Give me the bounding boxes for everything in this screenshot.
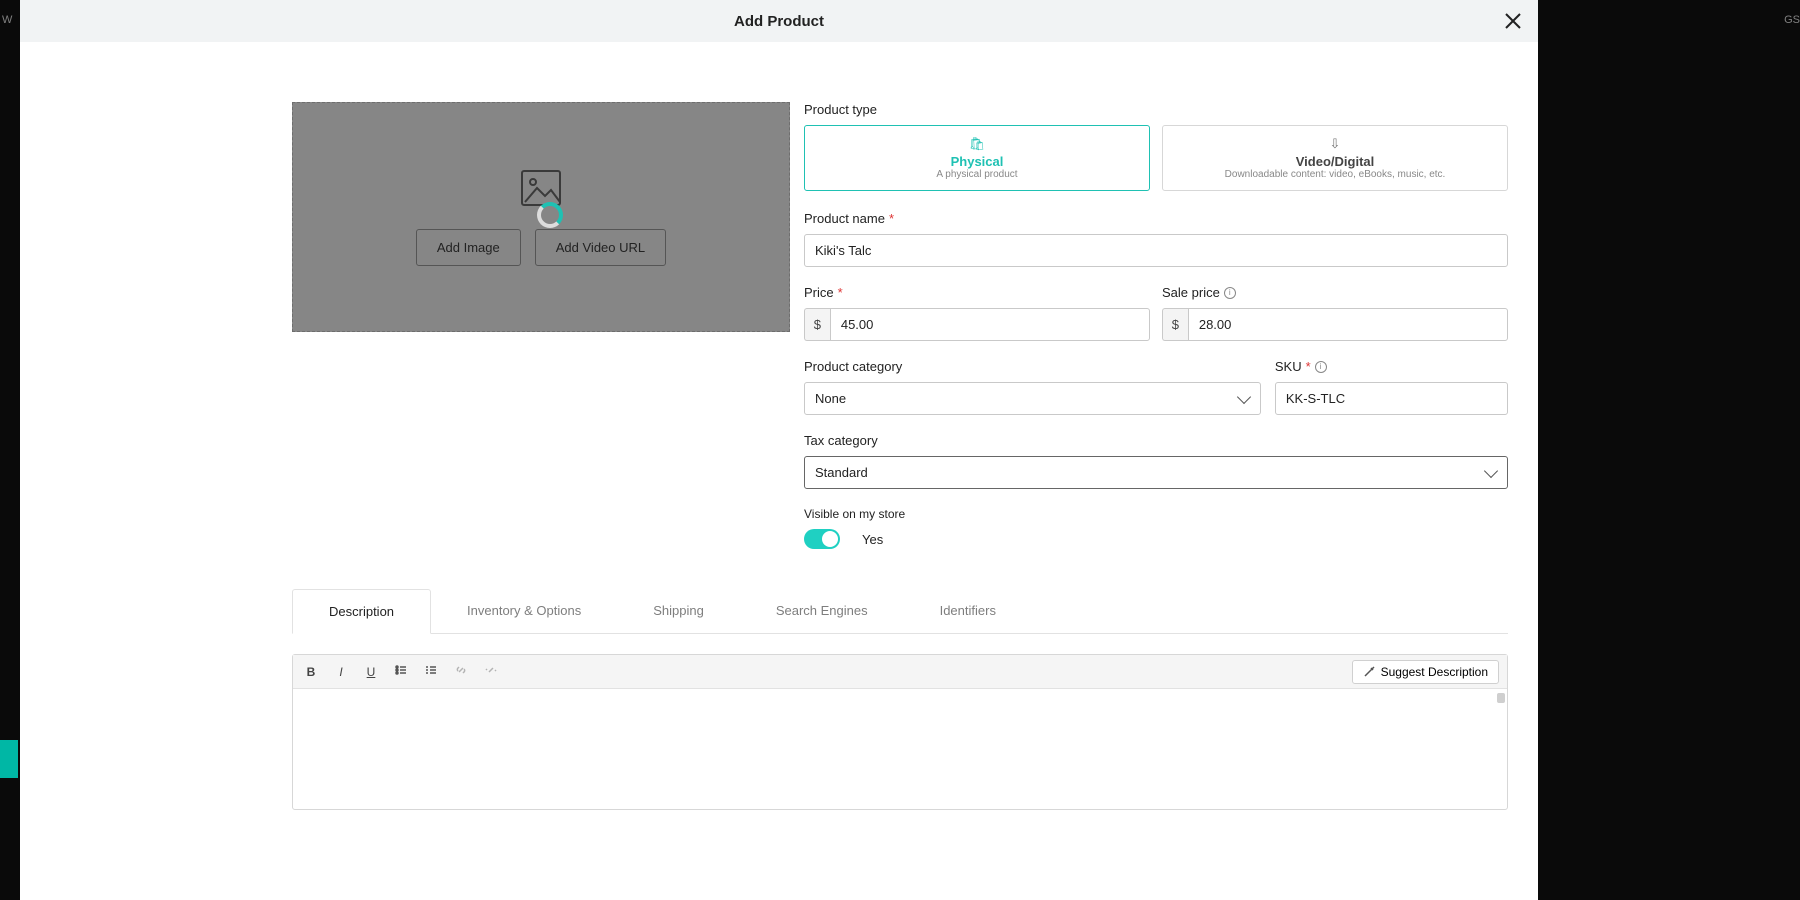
visible-label: Visible on my store (804, 507, 1508, 521)
product-type-label: Product type (804, 102, 1508, 117)
sku-input[interactable] (1275, 382, 1508, 415)
bag-icon: 🛍 (813, 136, 1141, 152)
bullet-list-button[interactable] (393, 664, 409, 679)
scrollbar-thumb[interactable] (1497, 693, 1505, 703)
background-text-right: GS (1784, 14, 1800, 26)
link-icon (455, 664, 467, 676)
background-text-left: W (2, 14, 12, 26)
add-product-modal: Add Product Add Image Add Video URL Prod… (20, 0, 1538, 900)
editor-toolbar: B I U Suggest Description (293, 655, 1507, 689)
magic-wand-icon (1363, 666, 1375, 678)
add-video-url-button[interactable]: Add Video URL (535, 229, 666, 266)
sale-price-input[interactable] (1188, 308, 1508, 341)
category-select[interactable] (804, 382, 1261, 415)
info-icon[interactable]: i (1315, 361, 1327, 373)
detail-tabs: Description Inventory & Options Shipping… (292, 589, 1508, 634)
category-label: Product category (804, 359, 1261, 374)
add-image-button[interactable]: Add Image (416, 229, 521, 266)
digital-title: Video/Digital (1171, 154, 1499, 169)
underline-button[interactable]: U (363, 665, 379, 679)
italic-button[interactable]: I (333, 665, 349, 679)
tab-description[interactable]: Description (292, 589, 431, 634)
price-currency: $ (804, 308, 830, 341)
description-editor: B I U Suggest Description (292, 654, 1508, 810)
product-name-input[interactable] (804, 234, 1508, 267)
sale-currency: $ (1162, 308, 1188, 341)
numbered-list-button[interactable] (423, 664, 439, 679)
tab-shipping[interactable]: Shipping (617, 589, 740, 633)
price-label: Price* (804, 285, 1150, 300)
image-placeholder-icon (519, 168, 563, 213)
visible-toggle[interactable] (804, 529, 840, 549)
modal-header: Add Product (20, 0, 1538, 42)
link-button[interactable] (453, 664, 469, 679)
visible-state: Yes (862, 532, 883, 547)
close-button[interactable] (1500, 8, 1526, 34)
bullet-list-icon (395, 664, 407, 676)
media-dropzone[interactable]: Add Image Add Video URL (292, 102, 790, 332)
close-icon (1504, 12, 1522, 30)
unlink-icon (485, 664, 497, 676)
loading-spinner-icon (537, 202, 563, 228)
tab-inventory-options[interactable]: Inventory & Options (431, 589, 617, 633)
tax-category-select[interactable] (804, 456, 1508, 489)
digital-sub: Downloadable content: video, eBooks, mus… (1171, 169, 1499, 180)
tax-category-label: Tax category (804, 433, 1508, 448)
product-type-digital[interactable]: ⇩ Video/Digital Downloadable content: vi… (1162, 125, 1508, 191)
description-textarea[interactable] (293, 689, 1507, 809)
tab-search-engines[interactable]: Search Engines (740, 589, 904, 633)
bold-button[interactable]: B (303, 665, 319, 679)
price-input[interactable] (830, 308, 1150, 341)
product-type-physical[interactable]: 🛍 Physical A physical product (804, 125, 1150, 191)
cloud-download-icon: ⇩ (1171, 136, 1499, 152)
physical-title: Physical (813, 154, 1141, 169)
product-name-label: Product name* (804, 211, 1508, 226)
info-icon[interactable]: i (1224, 287, 1236, 299)
tab-identifiers[interactable]: Identifiers (904, 589, 1032, 633)
sale-price-label: Sale pricei (1162, 285, 1508, 300)
sku-label: SKU*i (1275, 359, 1508, 374)
numbered-list-icon (425, 664, 437, 676)
sidebar-accent (0, 740, 18, 778)
physical-sub: A physical product (813, 169, 1141, 180)
modal-title: Add Product (734, 13, 824, 30)
unlink-button[interactable] (483, 664, 499, 679)
suggest-description-button[interactable]: Suggest Description (1352, 660, 1499, 684)
